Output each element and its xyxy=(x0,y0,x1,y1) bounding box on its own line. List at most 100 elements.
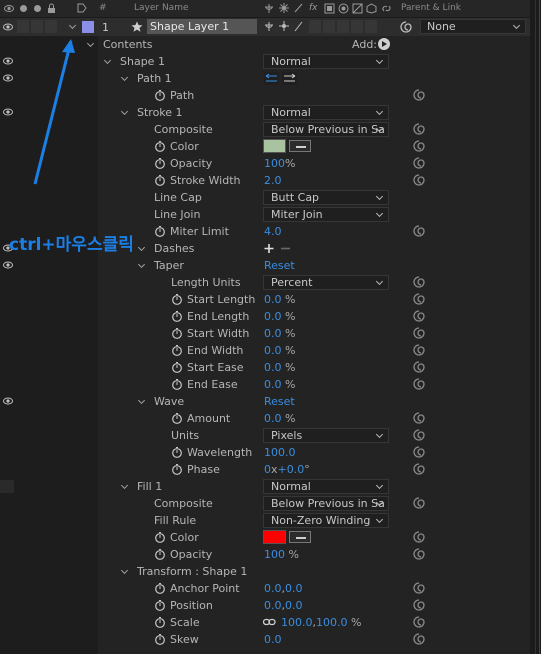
frame-blend-toggle[interactable] xyxy=(323,20,335,33)
taper-property-row[interactable]: End Length 0.0 % xyxy=(0,308,530,325)
wavelength-row[interactable]: Wavelength 100.0 xyxy=(0,444,530,461)
fill-group-twirl[interactable] xyxy=(121,482,129,490)
expression-pickwhip-icon[interactable] xyxy=(413,89,425,101)
parent-link-column-header[interactable]: Parent & Link xyxy=(401,3,461,13)
expression-pickwhip-icon[interactable] xyxy=(413,429,425,441)
stopwatch-icon[interactable] xyxy=(171,327,183,339)
stopwatch-icon[interactable] xyxy=(171,344,183,356)
taper-twirl[interactable] xyxy=(138,261,146,269)
stopwatch-icon[interactable] xyxy=(171,463,183,475)
path-group-twirl[interactable] xyxy=(121,74,129,82)
shape-group-twirl[interactable] xyxy=(104,57,112,65)
fill-group-row[interactable]: Fill 1 Normal xyxy=(0,478,530,495)
stopwatch-icon[interactable] xyxy=(154,225,166,237)
wave-visibility-eye-icon[interactable] xyxy=(3,397,13,405)
taper-property-value[interactable]: 0.0 % xyxy=(264,327,295,340)
expression-pickwhip-icon[interactable] xyxy=(413,310,425,322)
transform-group-row[interactable]: Transform : Shape 1 xyxy=(0,563,530,580)
solo-column-icon[interactable] xyxy=(33,4,42,13)
expression-pickwhip-icon[interactable] xyxy=(413,276,425,288)
stroke-composite-row[interactable]: Composite Below Previous in Sa xyxy=(0,121,530,138)
stopwatch-icon[interactable] xyxy=(154,616,166,628)
path-property-row[interactable]: Path xyxy=(0,87,530,104)
wavelength-value[interactable]: 100.0 xyxy=(264,446,296,459)
expression-pickwhip-icon[interactable] xyxy=(413,157,425,169)
adjustment-layer-icon[interactable] xyxy=(352,3,363,14)
wave-amount-row[interactable]: Amount 0.0 % xyxy=(0,410,530,427)
wave-units-dropdown[interactable]: Pixels xyxy=(263,428,389,443)
stopwatch-icon[interactable] xyxy=(154,157,166,169)
expression-pickwhip-icon[interactable] xyxy=(413,361,425,373)
path-visibility-eye-icon[interactable] xyxy=(3,74,13,82)
dashes-twirl[interactable] xyxy=(138,244,146,252)
expression-pickwhip-icon[interactable] xyxy=(413,531,425,543)
stroke-width-row[interactable]: Stroke Width 2.0 xyxy=(0,172,530,189)
expression-pickwhip-icon[interactable] xyxy=(413,582,425,594)
adjustment-toggle[interactable] xyxy=(351,20,363,33)
3d-layer-icon[interactable] xyxy=(366,3,377,14)
collapse-switch-icon[interactable] xyxy=(279,3,289,13)
stroke-group-row[interactable]: Stroke 1 Normal xyxy=(0,104,530,121)
line-join-dropdown[interactable]: Miter Join xyxy=(263,207,389,222)
quality-switch-icon[interactable] xyxy=(294,21,303,32)
length-units-dropdown[interactable]: Percent xyxy=(263,275,389,290)
fill-color-row[interactable]: Color xyxy=(0,529,530,546)
line-cap-dropdown[interactable]: Butt Cap xyxy=(263,190,389,205)
parent-dropdown[interactable]: None xyxy=(420,19,526,34)
layer-visibility-eye-icon[interactable] xyxy=(3,23,13,31)
layer-expand-toggle[interactable] xyxy=(69,22,77,30)
skew-row[interactable]: Skew 0.0 xyxy=(0,631,530,648)
stroke-eyedropper-button[interactable] xyxy=(289,140,311,152)
wave-twirl[interactable] xyxy=(138,397,146,405)
layer-name-field[interactable]: Shape Layer 1 xyxy=(147,19,257,34)
expression-pickwhip-icon[interactable] xyxy=(413,616,425,628)
expression-pickwhip-icon[interactable] xyxy=(413,327,425,339)
fx-column-header[interactable]: fx xyxy=(309,3,318,13)
expression-pickwhip-icon[interactable] xyxy=(413,548,425,560)
wave-row[interactable]: Wave Reset xyxy=(0,393,530,410)
wave-amount-value[interactable]: 0.0 % xyxy=(264,412,295,425)
taper-property-row[interactable]: Start Width 0.0 % xyxy=(0,325,530,342)
taper-visibility-eye-icon[interactable] xyxy=(3,261,13,269)
stopwatch-icon[interactable] xyxy=(154,89,166,101)
contents-row[interactable]: Contents Add: xyxy=(0,36,530,53)
fill-opacity-row[interactable]: Opacity 100 % xyxy=(0,546,530,563)
length-units-row[interactable]: Length Units Percent xyxy=(0,274,530,291)
expression-pickwhip-icon[interactable] xyxy=(413,123,425,135)
taper-property-value[interactable]: 0.0 % xyxy=(264,361,295,374)
motion-blur-toggle[interactable] xyxy=(337,20,349,33)
stroke-color-row[interactable]: Color xyxy=(0,138,530,155)
scale-row[interactable]: Scale 100.0,100.0 % xyxy=(0,614,530,631)
scale-value[interactable]: 100.0,100.0 % xyxy=(281,616,361,629)
stopwatch-icon[interactable] xyxy=(171,361,183,373)
expression-pickwhip-icon[interactable] xyxy=(413,378,425,390)
expression-pickwhip-icon[interactable] xyxy=(413,225,425,237)
stopwatch-icon[interactable] xyxy=(154,174,166,186)
taper-property-row[interactable]: End Width 0.0 % xyxy=(0,342,530,359)
stopwatch-icon[interactable] xyxy=(154,582,166,594)
stroke-composite-dropdown[interactable]: Below Previous in Sa xyxy=(263,122,389,137)
lock-toggle[interactable] xyxy=(45,20,57,33)
path-direction-icon[interactable] xyxy=(264,72,300,85)
3d-toggle[interactable] xyxy=(365,20,377,33)
taper-property-row[interactable]: End Ease 0.0 % xyxy=(0,376,530,393)
taper-property-value[interactable]: 0.0 % xyxy=(264,310,295,323)
taper-property-value[interactable]: 0.0 % xyxy=(264,293,295,306)
audio-toggle[interactable] xyxy=(17,20,29,33)
stopwatch-icon[interactable] xyxy=(154,633,166,645)
taper-property-row[interactable]: Start Ease 0.0 % xyxy=(0,359,530,376)
stroke-blend-mode-dropdown[interactable]: Normal xyxy=(263,105,389,120)
position-row[interactable]: Position 0.0,0.0 xyxy=(0,597,530,614)
stroke-color-swatch[interactable] xyxy=(263,139,286,153)
stopwatch-icon[interactable] xyxy=(171,378,183,390)
expression-pickwhip-icon[interactable] xyxy=(413,412,425,424)
stopwatch-icon[interactable] xyxy=(154,531,166,543)
layer-row[interactable]: 1 Shape Layer 1 None xyxy=(0,18,530,36)
shape-blend-mode-dropdown[interactable]: Normal xyxy=(263,54,389,69)
shape-visibility-eye-icon[interactable] xyxy=(3,57,13,65)
shy-switch-icon[interactable] xyxy=(264,21,274,32)
shape-group-row[interactable]: Shape 1 Normal xyxy=(0,53,530,70)
taper-property-row[interactable]: Start Length 0.0 % xyxy=(0,291,530,308)
audio-column-icon[interactable] xyxy=(19,4,28,13)
parent-pickwhip-icon[interactable] xyxy=(400,21,412,33)
